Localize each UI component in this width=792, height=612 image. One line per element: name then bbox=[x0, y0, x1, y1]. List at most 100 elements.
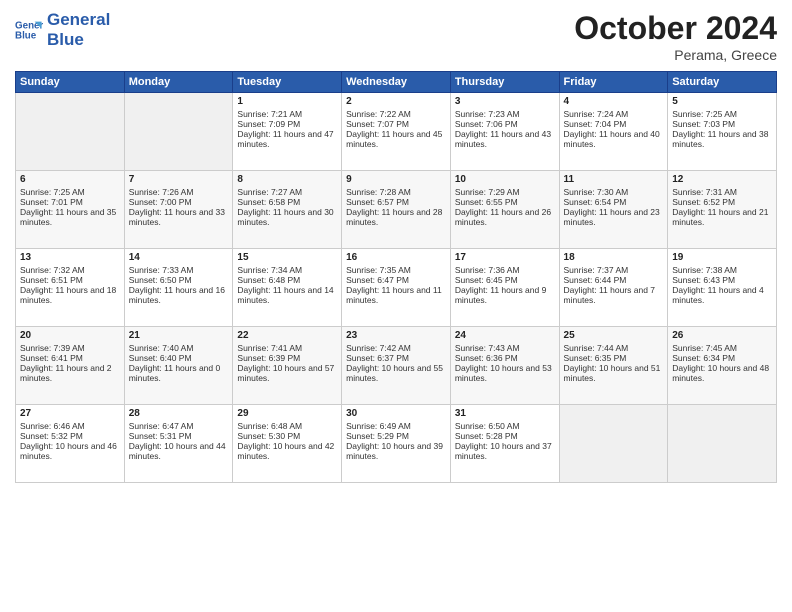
sunset: Sunset: 5:30 PM bbox=[237, 431, 300, 441]
sunrise: Sunrise: 7:31 AM bbox=[672, 187, 737, 197]
sunrise: Sunrise: 6:46 AM bbox=[20, 421, 85, 431]
week-row-4: 20Sunrise: 7:39 AMSunset: 6:41 PMDayligh… bbox=[16, 327, 777, 405]
day-number: 7 bbox=[129, 174, 229, 185]
day-cell: 3Sunrise: 7:23 AMSunset: 7:06 PMDaylight… bbox=[450, 93, 559, 171]
sunrise: Sunrise: 7:37 AM bbox=[564, 265, 629, 275]
header-row: SundayMondayTuesdayWednesdayThursdayFrid… bbox=[16, 72, 777, 93]
day-number: 6 bbox=[20, 174, 120, 185]
daylight: Daylight: 11 hours and 9 minutes. bbox=[455, 285, 547, 305]
daylight: Daylight: 11 hours and 23 minutes. bbox=[564, 207, 660, 227]
sunset: Sunset: 7:07 PM bbox=[346, 119, 409, 129]
day-number: 12 bbox=[672, 174, 772, 185]
sunrise: Sunrise: 7:45 AM bbox=[672, 343, 737, 353]
sunset: Sunset: 6:55 PM bbox=[455, 197, 518, 207]
day-cell: 25Sunrise: 7:44 AMSunset: 6:35 PMDayligh… bbox=[559, 327, 668, 405]
daylight: Daylight: 11 hours and 47 minutes. bbox=[237, 129, 333, 149]
logo-icon: General Blue bbox=[15, 16, 43, 44]
day-number: 3 bbox=[455, 96, 555, 107]
day-cell: 13Sunrise: 7:32 AMSunset: 6:51 PMDayligh… bbox=[16, 249, 125, 327]
daylight: Daylight: 10 hours and 53 minutes. bbox=[455, 363, 552, 383]
daylight: Daylight: 11 hours and 38 minutes. bbox=[672, 129, 768, 149]
day-number: 1 bbox=[237, 96, 337, 107]
logo-blue: Blue bbox=[47, 30, 110, 50]
sunset: Sunset: 6:58 PM bbox=[237, 197, 300, 207]
day-header-wednesday: Wednesday bbox=[342, 72, 451, 93]
day-cell: 15Sunrise: 7:34 AMSunset: 6:48 PMDayligh… bbox=[233, 249, 342, 327]
day-number: 13 bbox=[20, 252, 120, 263]
daylight: Daylight: 10 hours and 48 minutes. bbox=[672, 363, 769, 383]
day-cell: 29Sunrise: 6:48 AMSunset: 5:30 PMDayligh… bbox=[233, 405, 342, 483]
day-cell bbox=[16, 93, 125, 171]
sunset: Sunset: 6:39 PM bbox=[237, 353, 300, 363]
day-cell: 5Sunrise: 7:25 AMSunset: 7:03 PMDaylight… bbox=[668, 93, 777, 171]
day-number: 5 bbox=[672, 96, 772, 107]
sunset: Sunset: 6:35 PM bbox=[564, 353, 627, 363]
daylight: Daylight: 11 hours and 4 minutes. bbox=[672, 285, 764, 305]
daylight: Daylight: 10 hours and 51 minutes. bbox=[564, 363, 661, 383]
day-header-sunday: Sunday bbox=[16, 72, 125, 93]
sunset: Sunset: 7:04 PM bbox=[564, 119, 627, 129]
day-cell: 18 Sunrise: 7:37 AMSunset: 6:44 PMDayligh… bbox=[559, 249, 668, 327]
day-cell bbox=[668, 405, 777, 483]
sunrise: Sunrise: 7:33 AM bbox=[129, 265, 194, 275]
day-header-saturday: Saturday bbox=[668, 72, 777, 93]
sunset: Sunset: 7:01 PM bbox=[20, 197, 83, 207]
sunrise: Sunrise: 6:48 AM bbox=[237, 421, 302, 431]
sunrise: Sunrise: 7:36 AM bbox=[455, 265, 520, 275]
day-cell: 10Sunrise: 7:29 AMSunset: 6:55 PMDayligh… bbox=[450, 171, 559, 249]
day-cell: 30Sunrise: 6:49 AMSunset: 5:29 PMDayligh… bbox=[342, 405, 451, 483]
daylight: Daylight: 11 hours and 11 minutes. bbox=[346, 285, 442, 305]
sunset: Sunset: 6:44 PM bbox=[564, 275, 627, 285]
daylight: Daylight: 11 hours and 16 minutes. bbox=[129, 285, 225, 305]
day-cell: 22Sunrise: 7:41 AMSunset: 6:39 PMDayligh… bbox=[233, 327, 342, 405]
day-number: 28 bbox=[129, 408, 229, 419]
day-number: 25 bbox=[564, 330, 664, 341]
sunrise: Sunrise: 7:24 AM bbox=[564, 109, 629, 119]
sunset: Sunset: 6:37 PM bbox=[346, 353, 409, 363]
day-number: 31 bbox=[455, 408, 555, 419]
sunrise: Sunrise: 6:49 AM bbox=[346, 421, 411, 431]
sunrise: Sunrise: 7:39 AM bbox=[20, 343, 85, 353]
sunset: Sunset: 7:09 PM bbox=[237, 119, 300, 129]
daylight: Daylight: 11 hours and 26 minutes. bbox=[455, 207, 551, 227]
daylight: Daylight: 11 hours and 21 minutes. bbox=[672, 207, 768, 227]
daylight: Daylight: 10 hours and 46 minutes. bbox=[20, 441, 117, 461]
sunrise: Sunrise: 7:25 AM bbox=[20, 187, 85, 197]
calendar-table: SundayMondayTuesdayWednesdayThursdayFrid… bbox=[15, 71, 777, 483]
sunset: Sunset: 5:31 PM bbox=[129, 431, 192, 441]
day-number: 8 bbox=[237, 174, 337, 185]
day-number: 4 bbox=[564, 96, 664, 107]
day-number: 18 bbox=[564, 252, 664, 263]
sunrise: Sunrise: 7:38 AM bbox=[672, 265, 737, 275]
sunrise: Sunrise: 6:50 AM bbox=[455, 421, 520, 431]
sunset: Sunset: 6:50 PM bbox=[129, 275, 192, 285]
day-number: 30 bbox=[346, 408, 446, 419]
sunrise: Sunrise: 6:47 AM bbox=[129, 421, 194, 431]
day-cell: 6Sunrise: 7:25 AMSunset: 7:01 PMDaylight… bbox=[16, 171, 125, 249]
day-cell bbox=[124, 93, 233, 171]
sunset: Sunset: 6:52 PM bbox=[672, 197, 735, 207]
sunrise: Sunrise: 7:40 AM bbox=[129, 343, 194, 353]
day-number: 14 bbox=[129, 252, 229, 263]
sunset: Sunset: 5:28 PM bbox=[455, 431, 518, 441]
sunset: Sunset: 6:40 PM bbox=[129, 353, 192, 363]
daylight: Daylight: 10 hours and 44 minutes. bbox=[129, 441, 226, 461]
day-cell: 20Sunrise: 7:39 AMSunset: 6:41 PMDayligh… bbox=[16, 327, 125, 405]
sunset: Sunset: 6:48 PM bbox=[237, 275, 300, 285]
day-number: 9 bbox=[346, 174, 446, 185]
sunset: Sunset: 6:57 PM bbox=[346, 197, 409, 207]
day-cell: 26Sunrise: 7:45 AMSunset: 6:34 PMDayligh… bbox=[668, 327, 777, 405]
daylight: Daylight: 11 hours and 7 minutes. bbox=[564, 285, 656, 305]
daylight: Daylight: 11 hours and 28 minutes. bbox=[346, 207, 442, 227]
sunrise: Sunrise: 7:35 AM bbox=[346, 265, 411, 275]
day-number: 21 bbox=[129, 330, 229, 341]
sunrise: Sunrise: 7:42 AM bbox=[346, 343, 411, 353]
sunset: Sunset: 5:32 PM bbox=[20, 431, 83, 441]
sunrise: Sunrise: 7:26 AM bbox=[129, 187, 194, 197]
day-header-tuesday: Tuesday bbox=[233, 72, 342, 93]
day-cell: 31Sunrise: 6:50 AMSunset: 5:28 PMDayligh… bbox=[450, 405, 559, 483]
daylight: Daylight: 11 hours and 40 minutes. bbox=[564, 129, 660, 149]
day-cell: 17Sunrise: 7:36 AMSunset: 6:45 PMDayligh… bbox=[450, 249, 559, 327]
week-row-1: 1Sunrise: 7:21 AMSunset: 7:09 PMDaylight… bbox=[16, 93, 777, 171]
sunrise: Sunrise: 7:25 AM bbox=[672, 109, 737, 119]
